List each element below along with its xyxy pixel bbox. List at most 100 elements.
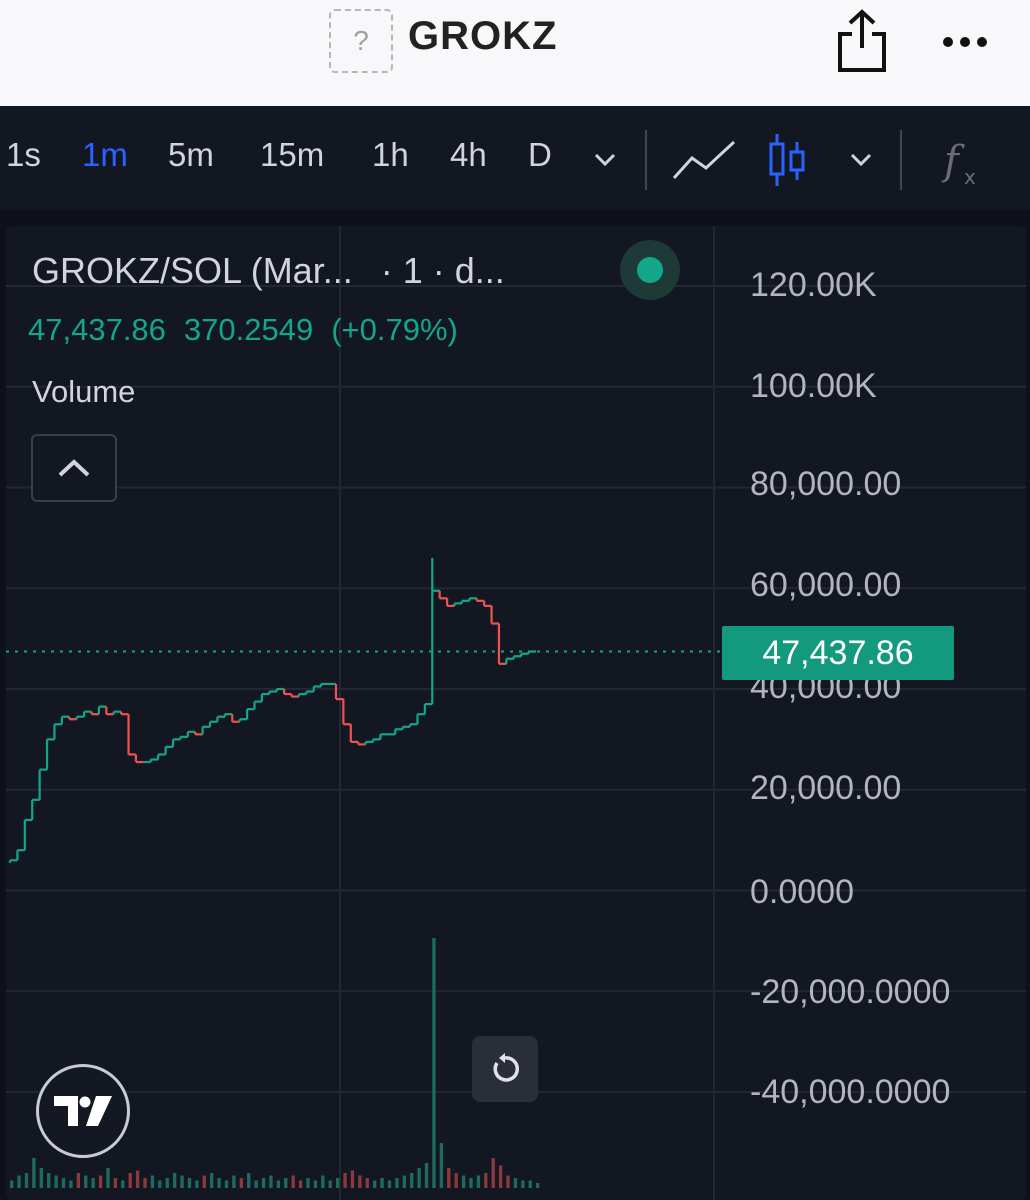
svg-text:x: x [964, 165, 976, 189]
volume-bar [10, 1180, 14, 1188]
y-tick-label: -20,000.0000 [750, 973, 951, 1011]
y-tick-label: 60,000.00 [750, 566, 902, 604]
volume-bar [291, 1175, 295, 1188]
volume-bar [321, 1175, 325, 1188]
tradingview-logo[interactable] [36, 1064, 130, 1158]
app-header: ? GROKZ [0, 0, 1030, 106]
y-tick-label: 80,000.00 [750, 465, 902, 503]
volume-bar [298, 1180, 303, 1188]
indicator-fx-icon[interactable]: f x [940, 134, 986, 195]
interval-1s[interactable]: 1s [6, 136, 41, 174]
candlestick-icon[interactable] [766, 130, 808, 195]
volume-bar [135, 1170, 140, 1188]
y-tick-label: 100.00K [750, 367, 877, 405]
volume-bar [47, 1173, 51, 1188]
more-horizontal-icon[interactable] [940, 24, 990, 60]
legend-close: 47,437.86 [28, 312, 166, 347]
volume-bar [402, 1175, 406, 1188]
legend-timeframe: · 1 · d... [380, 250, 505, 291]
line-chart-icon[interactable] [672, 136, 736, 187]
y-tick-label: 120.00K [750, 266, 877, 304]
legend-symbol-name: GROKZ/SOL (Mar... [32, 250, 353, 291]
volume-bar [39, 1168, 43, 1188]
volume-bar [106, 1168, 110, 1188]
volume-bar [76, 1173, 81, 1188]
volume-bar [128, 1173, 132, 1188]
interval-15m[interactable]: 15m [260, 136, 324, 174]
legend-change-pct: (+0.79%) [331, 312, 458, 347]
volume-bar [32, 1158, 36, 1188]
volume-bar [284, 1178, 288, 1188]
y-tick-label: 0.0000 [750, 873, 854, 911]
volume-bar [150, 1175, 155, 1188]
page-title: GROKZ [408, 14, 558, 58]
legend-symbol: GROKZ/SOL (Mar... · 1 · d... [32, 250, 505, 292]
volume-bar [187, 1178, 192, 1188]
volume-bar [306, 1178, 310, 1188]
volume-bar [202, 1175, 206, 1188]
interval-4h[interactable]: 4h [450, 136, 487, 174]
refresh-icon [493, 1053, 520, 1082]
volume-bar [476, 1175, 481, 1188]
volume-bar [328, 1180, 332, 1188]
volume-bar [172, 1173, 177, 1188]
volume-bar [447, 1168, 451, 1188]
volume-bar [17, 1175, 21, 1188]
volume-bar [69, 1180, 73, 1188]
volume-bar [343, 1173, 347, 1188]
volume-bar [395, 1178, 399, 1188]
volume-bar [380, 1178, 384, 1188]
volume-bar [98, 1175, 103, 1188]
chevron-down-icon[interactable] [592, 152, 618, 173]
volume-bar [313, 1180, 318, 1188]
legend-values: 47,437.86 370.2549 (+0.79%) [28, 312, 476, 348]
volume-bar [165, 1178, 169, 1188]
volume-bar [358, 1175, 362, 1188]
share-icon[interactable] [834, 8, 890, 74]
volume-label: Volume [32, 374, 136, 409]
toolbar-divider [645, 130, 647, 190]
volume-bar [439, 1143, 444, 1188]
interval-5m[interactable]: 5m [168, 136, 214, 174]
volume-bar [454, 1173, 458, 1188]
svg-text:f: f [941, 138, 965, 184]
interval-d[interactable]: D [528, 136, 552, 174]
chart-toolbar: 1s 1m 5m 15m 1h 4h D f x [0, 106, 1030, 210]
volume-bar [424, 1163, 429, 1188]
volume-bar [513, 1178, 518, 1188]
volume-bar [491, 1158, 495, 1188]
volume-bar [373, 1180, 377, 1188]
interval-1h[interactable]: 1h [372, 136, 409, 174]
reset-chart-button[interactable] [472, 1036, 538, 1102]
volume-bar [61, 1178, 66, 1188]
volume-bar [210, 1173, 214, 1188]
volume-bar [113, 1178, 118, 1188]
volume-bar [217, 1178, 221, 1188]
volume-bar [365, 1178, 369, 1188]
volume-bar [232, 1175, 236, 1188]
volume-bar [84, 1175, 88, 1188]
volume-bar [158, 1180, 162, 1188]
volume-bar [350, 1170, 355, 1188]
volume-bar [498, 1165, 503, 1188]
volume-bar [461, 1175, 466, 1188]
volume-bar [91, 1178, 95, 1188]
volume-bar [410, 1173, 414, 1188]
y-tick-label: 20,000.00 [750, 769, 902, 807]
volume-bar [536, 1183, 540, 1188]
volume-bar [261, 1178, 266, 1188]
volume-bar [417, 1168, 421, 1188]
chevron-up-icon [58, 459, 90, 477]
volume-bar [335, 1178, 340, 1188]
volume-bar [432, 938, 436, 1188]
volume-bar [528, 1180, 532, 1188]
volume-bar [484, 1173, 488, 1188]
volume-bar [506, 1175, 510, 1188]
y-tick-label: -40,000.0000 [750, 1073, 951, 1111]
chevron-down-icon[interactable] [848, 152, 874, 173]
collapse-legend-button[interactable] [31, 434, 117, 502]
volume-bar [180, 1175, 184, 1188]
current-price-tag: 47,437.86 [722, 626, 954, 680]
interval-1m[interactable]: 1m [82, 136, 128, 174]
volume-bar [521, 1180, 525, 1188]
